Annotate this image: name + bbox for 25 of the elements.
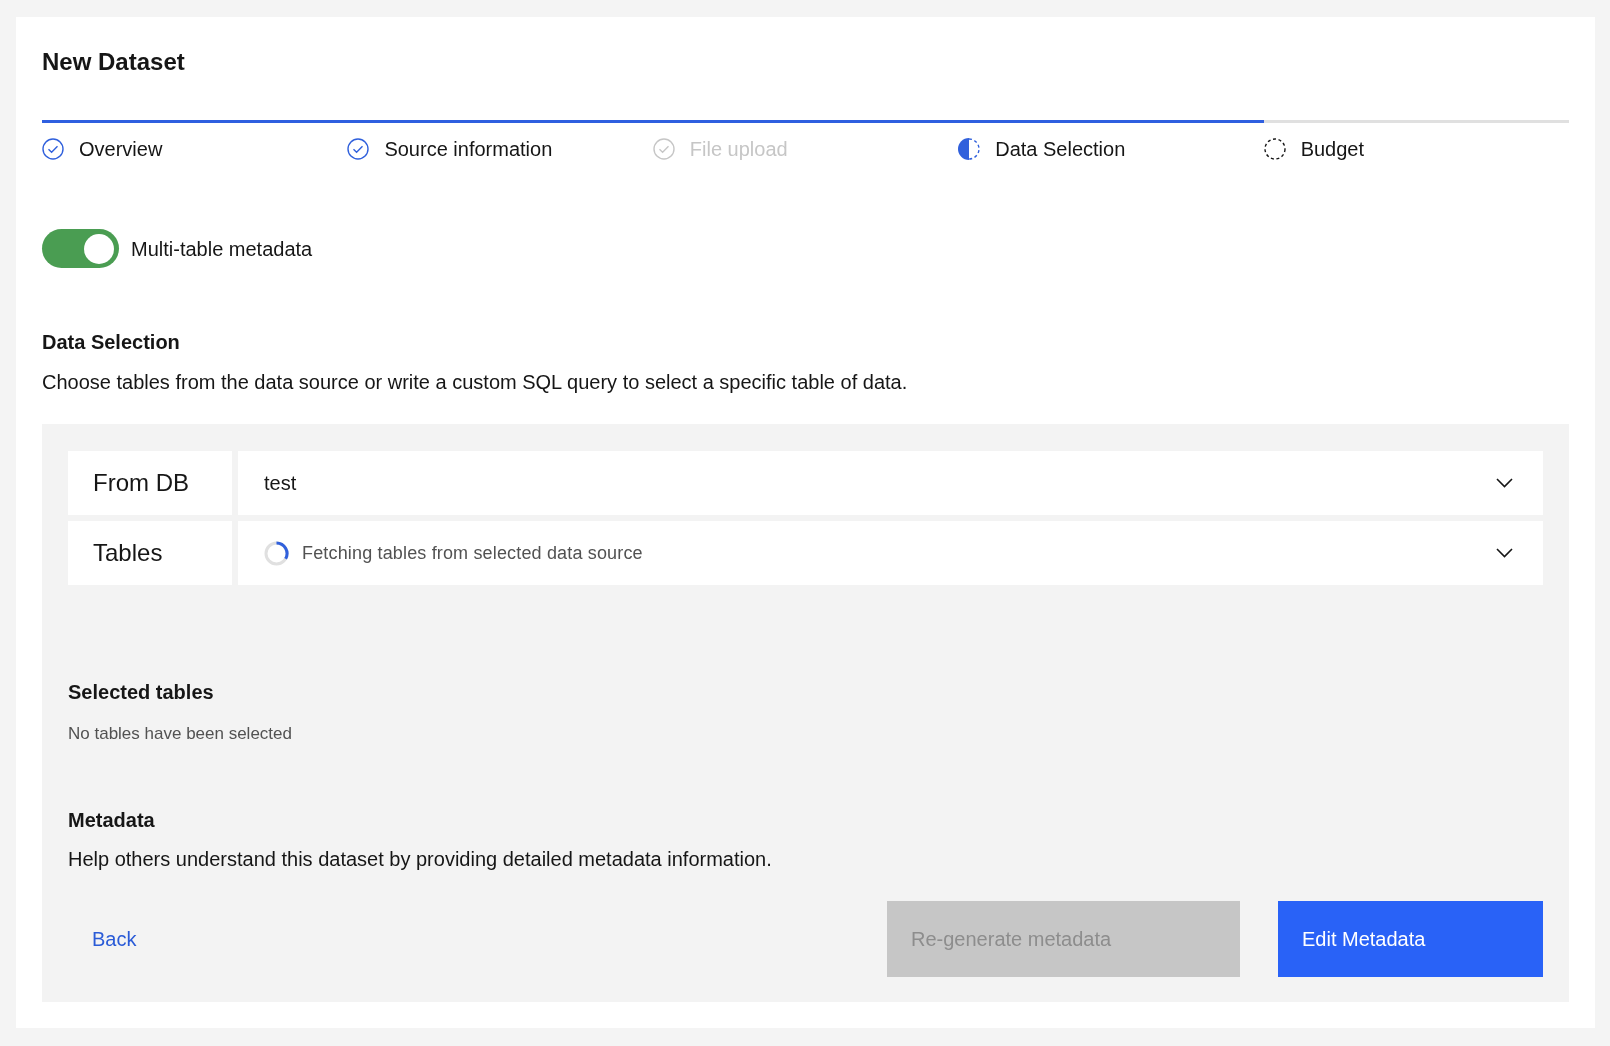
loading-spinner-icon bbox=[264, 540, 289, 566]
section-heading: Metadata bbox=[68, 808, 155, 832]
chevron-down-icon bbox=[1496, 548, 1513, 558]
back-link[interactable]: Back bbox=[92, 927, 137, 951]
section-description: Choose tables from the data source or write a custom SQL query to select a specific table of data. bbox=[42, 370, 908, 394]
field-label: From DB bbox=[68, 451, 232, 515]
empty-state-text: No tables have been selected bbox=[68, 724, 292, 744]
loading-text: Fetching tables from selected data source bbox=[302, 542, 643, 564]
page-title: New Dataset bbox=[42, 48, 185, 76]
toggle-label: Multi-table metadata bbox=[131, 236, 313, 261]
dropdown-value: test bbox=[264, 471, 297, 495]
toggle-switch[interactable] bbox=[42, 229, 119, 268]
section-description: Help others understand this dataset by providing detailed metadata information. bbox=[68, 847, 772, 871]
dropdown-field[interactable]: Fetching tables from selected data source bbox=[238, 521, 1543, 585]
field-label: Tables bbox=[68, 521, 232, 585]
step-label: Overview bbox=[79, 137, 163, 161]
step-label: File upload bbox=[689, 137, 788, 161]
step-label: Budget bbox=[1300, 137, 1364, 161]
step-label: Source information bbox=[384, 137, 553, 161]
section-heading: Selected tables bbox=[68, 680, 214, 704]
primary-button[interactable]: Edit Metadata bbox=[1278, 901, 1543, 977]
dropdown-field[interactable]: test bbox=[238, 451, 1543, 515]
chevron-down-icon bbox=[1496, 478, 1513, 488]
section-heading: Data Selection bbox=[42, 330, 180, 354]
step-label: Data Selection bbox=[995, 137, 1126, 161]
